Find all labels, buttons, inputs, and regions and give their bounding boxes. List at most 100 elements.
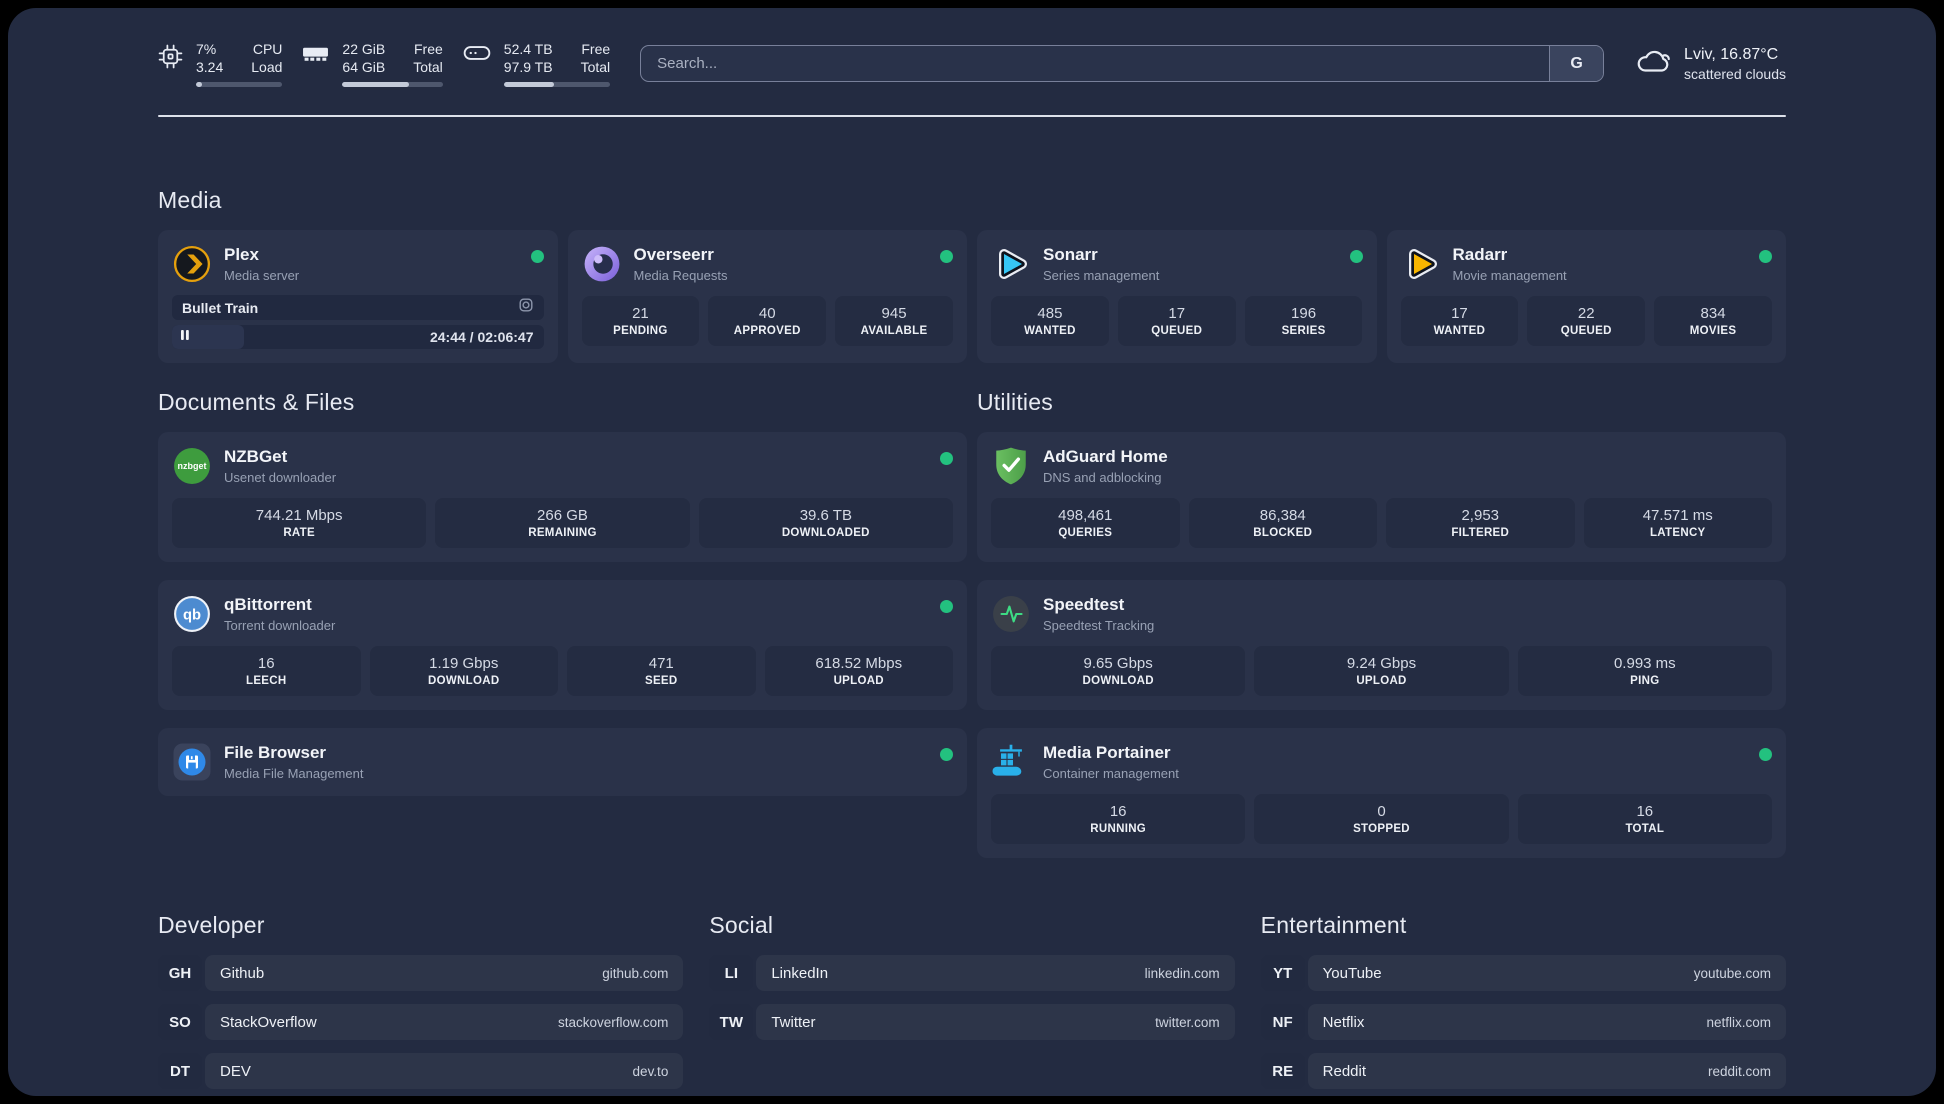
overseerr-subtitle: Media Requests [633,268,728,283]
plex-title: Plex [224,245,259,264]
stat-wanted: 485 WANTED [991,296,1109,346]
bookmark-name: Reddit [1322,1062,1367,1080]
plex-now-playing-row: Bullet Train [172,295,544,320]
search-bar: G [640,45,1605,82]
nzbget-subtitle: Usenet downloader [224,470,337,485]
bookmark-netflix[interactable]: NF Netflix netflix.com [1260,1004,1786,1040]
cpu-values: 7% 3.24 [196,41,224,75]
speedtest-icon [991,594,1031,634]
search-engine-button[interactable]: G [1549,46,1604,81]
header-divider [158,115,1786,117]
storage-values: 52.4 TB 97.9 TB [503,41,553,75]
stat-queued: 22 QUEUED [1527,296,1646,346]
stat-series: 196 SERIES [1244,296,1363,346]
cpu-labels: CPU Load [251,41,283,75]
bookmark-abbr: GH [158,955,202,991]
sonarr-subtitle: Series management [1043,268,1160,283]
storage-progress-bar [503,82,611,87]
utilities-section: Utilities AdGuard Home DNS and adblockin… [977,389,1786,876]
overseerr-icon [582,244,622,284]
stat-available: 945 AVAILABLE [835,296,953,346]
storage-labels: Free Total [580,41,611,75]
portainer-card[interactable]: Media Portainer Container management 16 R… [977,728,1786,858]
bookmark-dev[interactable]: DT DEV dev.to [158,1053,684,1089]
bookmark-stackoverflow[interactable]: SO StackOverflow stackoverflow.com [158,1004,684,1040]
memory-stat: 22 GiB 64 GiB Free Total [302,40,443,87]
bookmark-name: DEV [220,1062,251,1080]
header: 7% 3.24 CPU Load 22 GiB 64 GiB Free Total [158,40,1786,87]
stat-filtered: 2,953 FILTERED [1386,498,1575,548]
plex-playback-time: 24:44 / 02:06:47 [429,329,534,345]
bookmark-abbr: TW [709,1004,754,1040]
overseerr-card[interactable]: Overseerr Media Requests 21 PENDING 40 APP… [567,230,967,363]
stat-pending: 21 PENDING [581,296,700,346]
bookmark-linkedin[interactable]: LI LinkedIn linkedin.com [709,955,1235,991]
stat-upload: 9.24 Gbps UPLOAD [1254,646,1509,696]
plex-player-bar: 24:44 / 02:06:47 [172,325,544,349]
stat-ping: 0.993 ms PING [1517,646,1772,696]
sonarr-card[interactable]: Sonarr Series management 485 WANTED 17 QUE… [977,230,1377,363]
stat-download: 9.65 Gbps DOWNLOAD [991,646,1246,696]
utilities-section-title: Utilities [977,389,1053,415]
bookmark-youtube[interactable]: YT YouTube youtube.com [1260,955,1786,991]
portainer-title: Media Portainer [1043,743,1171,762]
bookmark-url: youtube.com [1693,965,1771,981]
media-section-title: Media [158,187,222,213]
radarr-icon [1401,244,1441,284]
entertainment-section: Entertainment YT YouTube youtube.com NF N… [1260,912,1786,1096]
portainer-subtitle: Container management [1043,766,1179,781]
qbittorrent-icon: qb [172,594,212,634]
plex-card[interactable]: Plex Media server Bullet Train 24:44 / 0… [158,230,558,363]
stat-approved: 40 APPROVED [708,296,827,346]
nzbget-icon: nzbget [172,446,212,486]
svg-text:qb: qb [183,607,201,623]
cpu-icon [158,44,183,87]
speedtest-card[interactable]: Speedtest Speedtest Tracking 9.65 Gbps DO… [977,580,1786,710]
status-dot [940,452,953,465]
speedtest-subtitle: Speedtest Tracking [1043,618,1155,633]
bookmark-url: netflix.com [1706,1014,1771,1030]
adguard-card[interactable]: AdGuard Home DNS and adblocking 498,461 Q… [977,432,1786,562]
sonarr-icon [991,244,1031,284]
search-input[interactable] [641,46,1550,81]
bookmark-reddit[interactable]: RE Reddit reddit.com [1260,1053,1786,1089]
bookmark-abbr: RE [1260,1053,1305,1089]
filebrowser-icon [172,742,212,782]
plex-subtitle: Media server [224,268,300,283]
hard-drive-icon [463,44,491,87]
stat-running: 16 RUNNING [991,794,1246,844]
filebrowser-card[interactable]: File Browser Media File Management [158,728,967,796]
bookmark-name: YouTube [1322,964,1382,982]
stat-total: 16 TOTAL [1517,794,1772,844]
pause-icon[interactable] [180,328,190,346]
bookmark-name: Netflix [1322,1013,1365,1031]
status-dot [1759,250,1772,263]
speedtest-title: Speedtest [1043,595,1125,614]
memory-labels: Free Total [413,41,443,75]
qbittorrent-card[interactable]: qb qBittorrent Torrent downloader 16 LEEC… [158,580,967,710]
weather-widget: Lviv, 16.87°C scattered clouds [1634,46,1786,82]
stat-latency: 47.571 ms LATENCY [1583,498,1772,548]
stat-movies: 834 MOVIES [1654,296,1772,346]
stat-remaining: 266 GB REMAINING [435,498,690,548]
stat-upload: 618.52 Mbps UPLOAD [764,646,953,696]
documents-section-title: Documents & Files [158,389,355,415]
nzbget-card[interactable]: nzbget NZBGet Usenet downloader 744.21 M… [158,432,967,562]
bookmark-twitter[interactable]: TW Twitter twitter.com [709,1004,1235,1040]
cloud-icon [1634,46,1672,81]
adguard-title: AdGuard Home [1043,447,1168,466]
status-dot [530,250,544,263]
radarr-card[interactable]: Radarr Movie management 17 WANTED 22 QUEUE… [1386,230,1786,363]
memory-values: 22 GiB 64 GiB [342,41,386,75]
storage-stat: 52.4 TB 97.9 TB Free Total [463,40,611,87]
weather-location-temp: Lviv, 16.87°C [1684,45,1779,63]
status-dot [1349,250,1363,263]
weather-condition: scattered clouds [1684,65,1786,82]
bookmark-github[interactable]: GH Github github.com [158,955,684,991]
media-settings-icon[interactable] [518,297,534,318]
bookmark-name: LinkedIn [771,964,829,982]
cpu-progress-bar [196,82,283,87]
stat-wanted: 17 WANTED [1400,296,1519,346]
developer-section-title: Developer [158,912,265,938]
media-section: Media Plex Media server Bullet Train 24:… [158,187,1786,363]
